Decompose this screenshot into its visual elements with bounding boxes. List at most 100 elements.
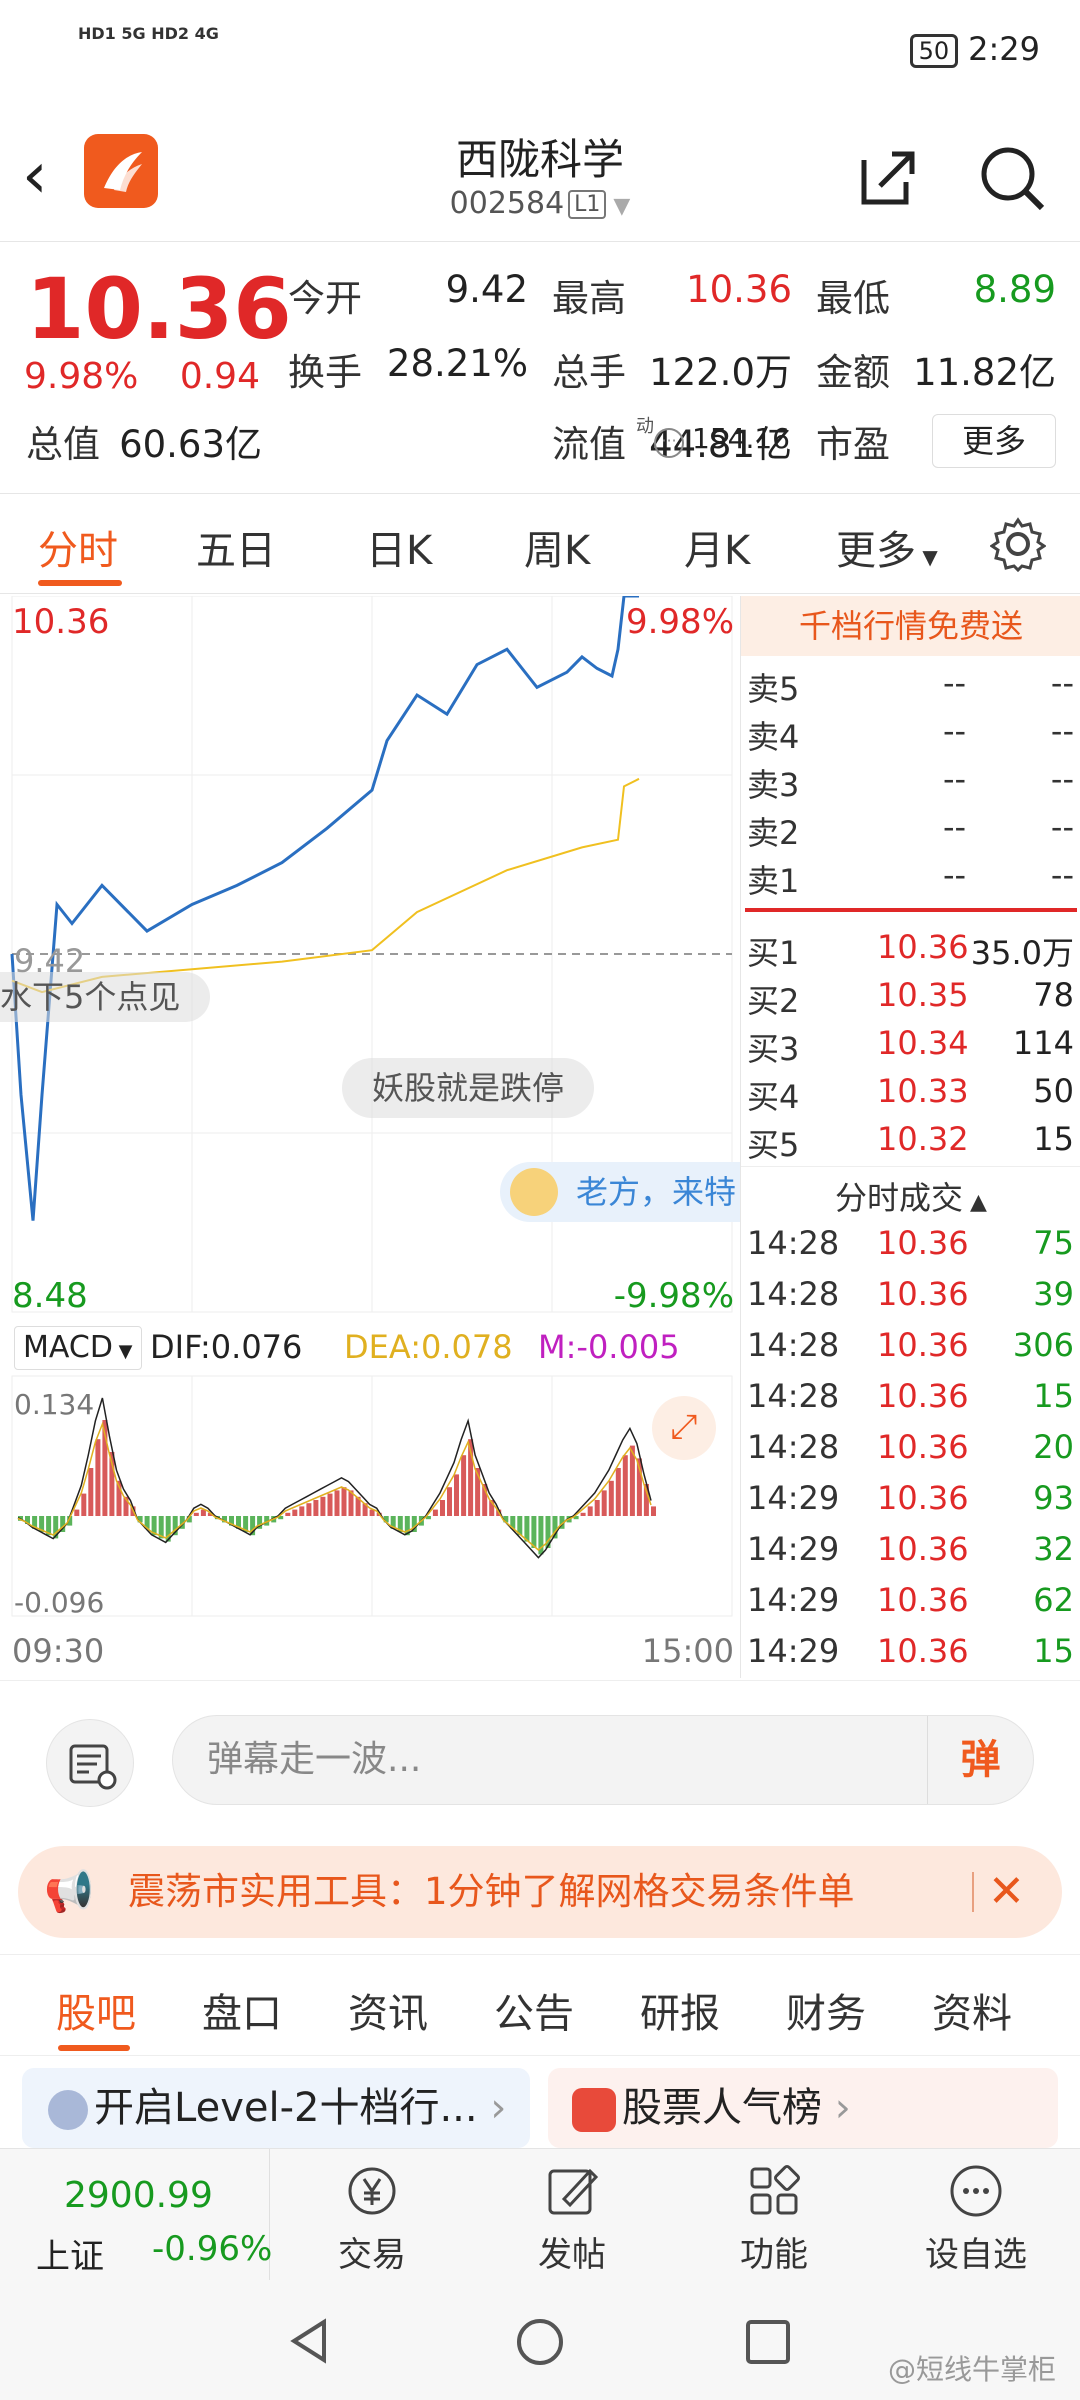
tab-monthly-k[interactable]: 月K [684, 518, 750, 576]
quote-label: 换手 [288, 351, 362, 394]
tab-forum[interactable]: 股吧 [56, 1981, 136, 2039]
trade-volume: 306 [1012, 1326, 1074, 1364]
bid-volume: 114 [1012, 1024, 1074, 1062]
tab-research[interactable]: 研报 [640, 1981, 720, 2039]
macd-bar [580, 1512, 586, 1516]
macd-bar [461, 1455, 467, 1516]
promo-banner[interactable]: 📢 震荡市实用工具：1分钟了解网格交易条件单 ✕ [18, 1846, 1062, 1938]
macd-bar [88, 1468, 94, 1516]
bid-label: 买1 [747, 934, 800, 972]
trade-time: 14:29 [747, 1581, 840, 1619]
recents-square-icon[interactable] [744, 2318, 792, 2366]
macd-bar [193, 1512, 199, 1516]
quote-label: 金额 [816, 351, 890, 394]
macd-max-label: 0.134 [14, 1388, 95, 1421]
macd-bar [285, 1512, 291, 1516]
more-dots-icon [950, 2165, 1002, 2217]
free-level-banner[interactable]: 千档行情免费送 [741, 596, 1080, 656]
tab-more[interactable]: 更多 ▼ [836, 518, 938, 576]
level2-icon [48, 2090, 88, 2130]
index-widget[interactable]: 2900.99 上证 -0.96% [0, 2149, 272, 2281]
bid-label: 买4 [747, 1078, 800, 1116]
bid-volume: 78 [1033, 976, 1074, 1014]
clock: 2:29 [968, 30, 1040, 68]
expand-icon[interactable]: ⤢ [652, 1396, 716, 1460]
tab-profile[interactable]: 资料 [932, 1981, 1012, 2039]
tab-announcements[interactable]: 公告 [494, 1981, 574, 2039]
chevron-down-icon: ▼ [606, 194, 631, 219]
more-button[interactable]: 更多 [932, 414, 1056, 468]
bid-volume: 35.0万 [970, 934, 1074, 972]
danmaku-input[interactable]: 弹幕走一波... 弹 [172, 1715, 1034, 1805]
danmaku-send-button[interactable]: 弹 [927, 1716, 1033, 1804]
quote-value: 8.89 [973, 268, 1056, 311]
intraday-chart[interactable]: 10.36 9.98% 8.48 -9.98% 9.42 水下5个点见 妖股就是… [0, 594, 740, 1678]
trade-volume: 39 [1033, 1275, 1074, 1313]
tab-intraday[interactable]: 分时 [38, 518, 118, 576]
trade-time: 14:28 [747, 1377, 840, 1415]
macd-selector[interactable]: MACD ▼ [14, 1326, 142, 1370]
tab-news[interactable]: 资讯 [348, 1981, 428, 2039]
nav-post[interactable]: 发帖 [502, 2161, 642, 2276]
macd-bar [594, 1500, 600, 1516]
trade-price: 10.36 [877, 1326, 969, 1364]
change-value: 0.94 [179, 356, 260, 397]
macd-dea: DEA:0.078 [344, 1328, 513, 1366]
macd-bar [320, 1496, 326, 1516]
watermark: @短线牛掌柜 [887, 2353, 1056, 2386]
bid-price: 10.33 [877, 1072, 969, 1110]
macd-bar [95, 1439, 101, 1516]
close-icon[interactable]: ✕ [988, 1846, 1025, 1938]
macd-bar [622, 1455, 628, 1516]
popularity-label: 股票人气榜 [622, 2085, 822, 2131]
gear-icon[interactable] [990, 516, 1046, 572]
tab-weekly-k[interactable]: 周K [524, 518, 590, 576]
macd-bar [292, 1509, 298, 1516]
quote-value: 154.16 [692, 422, 790, 455]
danmaku-settings-icon[interactable] [46, 1719, 134, 1807]
home-circle-icon[interactable] [514, 2316, 566, 2368]
tab-daily-k[interactable]: 日K [366, 518, 432, 576]
trade-price: 10.36 [877, 1377, 969, 1415]
nav-functions-label: 功能 [740, 2235, 808, 2275]
nav-add-watchlist[interactable]: 设自选 [906, 2161, 1046, 2276]
trade-volume: 15 [1033, 1377, 1074, 1415]
tab-five-day[interactable]: 五日 [196, 518, 276, 576]
search-icon[interactable] [976, 142, 1048, 214]
bid-price: 10.32 [877, 1120, 969, 1158]
nav-trade[interactable]: 交易 [302, 2161, 442, 2276]
macd-bar [608, 1480, 614, 1516]
pe-info-icon[interactable]: ··· [654, 428, 684, 458]
tab-orderbook[interactable]: 盘口 [202, 1981, 282, 2039]
yen-exchange-icon [348, 2167, 396, 2215]
trade-volume: 20 [1033, 1428, 1074, 1466]
macd-bar [615, 1468, 621, 1516]
level2-card[interactable]: 开启Level-2十档行... › [22, 2068, 530, 2148]
chart-canvas [10, 594, 733, 1617]
level2-label: 开启Level-2十档行... [94, 2085, 478, 2131]
trade-price: 10.36 [877, 1224, 969, 1262]
share-icon[interactable] [856, 146, 920, 210]
trades-header[interactable]: 分时成交 ▲ [741, 1166, 1080, 1219]
time-end: 15:00 [641, 1632, 734, 1670]
macd-label: MACD [23, 1330, 113, 1365]
ask-price: -- [943, 760, 967, 798]
back-triangle-icon[interactable] [284, 2316, 334, 2366]
popularity-card[interactable]: 股票人气榜 › [548, 2068, 1058, 2148]
ask-price: -- [943, 664, 967, 702]
user-avatar [510, 1168, 558, 1216]
quote-value: 60.63亿 [119, 423, 262, 466]
level-badge: L1 [568, 190, 607, 219]
change-pct: 9.98% [24, 356, 139, 397]
bid-label: 买5 [747, 1126, 800, 1164]
quote-label: 总手 [552, 351, 626, 394]
quote-panel: 10.36 9.98% 0.94 今开 9.42 最高 10.36 最低 8.89 换手 28… [0, 244, 1080, 494]
quote-value: 10.36 [686, 268, 792, 311]
grid-icon [750, 2165, 800, 2215]
nav-functions[interactable]: 功能 [704, 2161, 844, 2276]
signal-indicator: HD1 5G HD2 4G [78, 24, 219, 43]
macd-bar [440, 1500, 445, 1516]
tab-finance[interactable]: 财务 [786, 1981, 866, 2039]
trade-price: 10.36 [877, 1275, 969, 1313]
pe-badge: 动 [636, 416, 654, 437]
